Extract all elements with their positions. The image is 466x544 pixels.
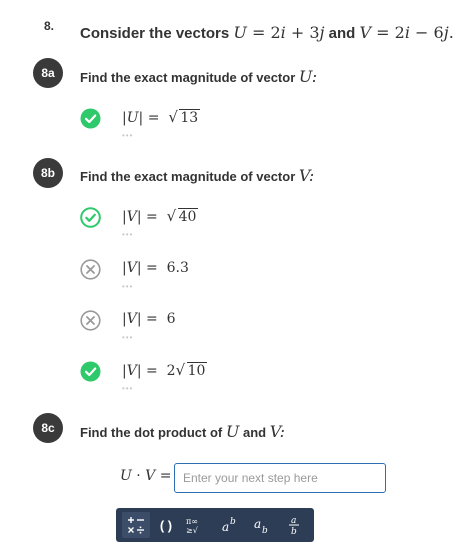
question-text: Consider the vectors U = 2i + 3j and V =…: [80, 23, 454, 42]
part-badge-8a: 8a: [33, 58, 63, 88]
vector-u-expression: U = 2i + 3j: [233, 23, 325, 42]
svg-text:a: a: [254, 517, 261, 531]
superscript-button[interactable]: a b: [216, 512, 244, 538]
superscript-icon: a b: [222, 517, 236, 534]
pi-infinity-sqrt-button[interactable]: π∞ ≥√: [182, 512, 210, 538]
check-filled-icon: [80, 361, 101, 382]
question-number: 8.: [44, 19, 55, 33]
parentheses-icon: ( ): [159, 517, 173, 533]
x-circle-icon: [80, 310, 101, 331]
math-toolbar: ( ) π∞ ≥√ a b a b a b: [116, 508, 314, 542]
step-expression: |U| = √ 13: [122, 108, 201, 126]
fraction-icon: a b: [289, 516, 299, 536]
subscript-icon: a b: [254, 517, 268, 535]
step-more-dots[interactable]: •••: [122, 333, 133, 342]
svg-text:b: b: [262, 526, 268, 535]
part-badge-8b: 8b: [33, 158, 63, 188]
svg-text:b: b: [230, 517, 236, 527]
question-prefix: Consider the vectors: [80, 25, 230, 42]
part-var-8b: V:: [298, 166, 315, 185]
step-expression: |V| = 2 √ 10: [122, 361, 208, 379]
operators-button[interactable]: [122, 512, 150, 538]
check-outline-icon: [80, 207, 101, 228]
part-prompt-8c: Find the dot product of U and V:: [80, 422, 286, 441]
step-more-dots[interactable]: •••: [122, 131, 133, 140]
operators-icon: [128, 517, 144, 534]
svg-text:π∞: π∞: [186, 517, 198, 526]
answer-input[interactable]: [174, 463, 386, 493]
vector-v-expression: V = 2i − 6j.: [359, 23, 454, 42]
part-badge-8c: 8c: [33, 413, 63, 443]
step-expression: |V| = 6: [122, 311, 176, 327]
step-expression: |V| = 6.3: [122, 260, 189, 276]
svg-text:b: b: [291, 527, 297, 536]
step-more-dots[interactable]: •••: [122, 384, 133, 393]
check-filled-icon: [80, 108, 101, 129]
step-more-dots[interactable]: •••: [122, 230, 133, 239]
fraction-button[interactable]: a b: [280, 512, 308, 538]
part-prompt-8a: Find the exact magnitude of vector U:: [80, 67, 318, 86]
x-circle-icon: [80, 259, 101, 280]
part-var-8a: U:: [298, 67, 318, 86]
svg-text:≥√: ≥√: [186, 526, 199, 535]
question-and: and: [328, 25, 356, 42]
step-more-dots[interactable]: •••: [122, 282, 133, 291]
svg-text:a: a: [222, 520, 229, 534]
pi-infinity-sqrt-icon: π∞ ≥√: [186, 517, 199, 535]
subscript-button[interactable]: a b: [248, 512, 276, 538]
dot-product-label: U · V =: [120, 468, 172, 484]
part-prompt-8b: Find the exact magnitude of vector V:: [80, 166, 315, 185]
step-expression: |V| = √ 40: [122, 207, 199, 225]
parentheses-button[interactable]: ( ): [152, 512, 180, 538]
